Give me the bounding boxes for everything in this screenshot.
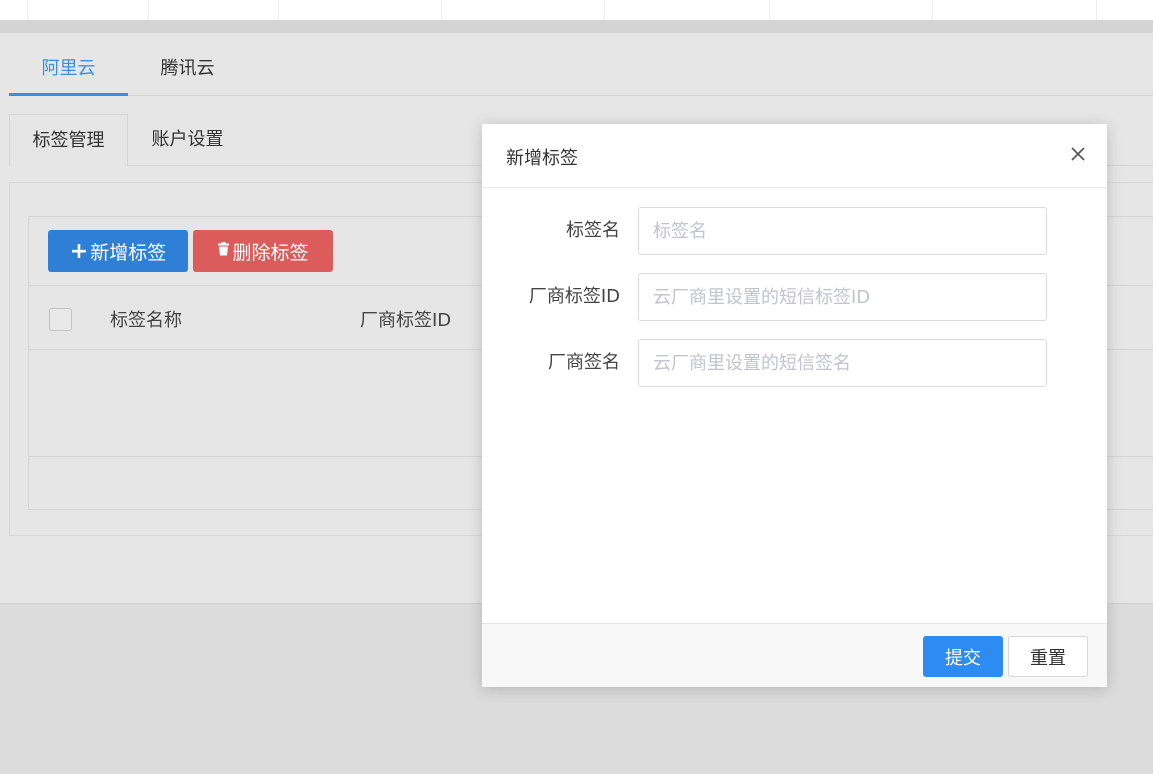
dialog-title: 新增标签	[506, 148, 578, 169]
select-all-checkbox[interactable]	[49, 308, 72, 331]
submit-button[interactable]: 提交	[923, 636, 1003, 677]
form-row-vendor-tag-id: 厂商标签ID	[482, 273, 1107, 321]
top-bar-shadow	[0, 20, 1153, 33]
top-bar-cell	[0, 0, 28, 20]
vendor-signature-label: 厂商签名	[548, 352, 620, 373]
top-bar-cell	[279, 0, 442, 20]
add-tag-button[interactable]: + 新增标签	[48, 230, 188, 272]
top-bar-cell	[28, 0, 149, 20]
dialog-header: 新增标签	[482, 124, 1107, 188]
add-tag-label: 新增标签	[90, 241, 167, 264]
tag-name-label: 标签名	[566, 220, 620, 241]
dialog-footer: 提交 重置	[482, 623, 1107, 687]
delete-tag-button[interactable]: 删除标签	[193, 230, 333, 272]
trash-icon	[217, 242, 230, 260]
top-bar-cell	[1097, 0, 1153, 20]
top-bar-cell	[770, 0, 933, 20]
delete-tag-label: 删除标签	[232, 241, 309, 264]
vendor-tabs: 阿里云 腾讯云	[9, 33, 1153, 96]
tab-tencent-cloud[interactable]: 腾讯云	[128, 33, 247, 96]
top-bar-cell	[442, 0, 605, 20]
form-row-vendor-signature: 厂商签名	[482, 339, 1107, 387]
tag-name-input[interactable]	[638, 207, 1047, 255]
top-bar	[0, 0, 1153, 20]
reset-button[interactable]: 重置	[1008, 636, 1088, 677]
vendor-signature-input[interactable]	[638, 339, 1047, 387]
top-bar-cell	[933, 0, 1097, 20]
top-bar-cell	[605, 0, 770, 20]
tab-account-settings[interactable]: 账户设置	[128, 114, 247, 166]
top-bar-cell	[149, 0, 279, 20]
vendor-tag-id-label: 厂商标签ID	[528, 286, 620, 307]
close-icon[interactable]	[1068, 144, 1088, 164]
column-header-vendor-tag-id: 厂商标签ID	[360, 310, 452, 331]
vendor-tag-id-input[interactable]	[638, 273, 1047, 321]
add-tag-dialog: 新增标签 标签名 厂商标签ID 厂商签名 提交 重置	[482, 124, 1107, 687]
form-row-tag-name: 标签名	[482, 207, 1107, 255]
plus-icon: +	[69, 238, 89, 264]
column-header-tag-name: 标签名称	[110, 310, 182, 331]
tab-tag-management[interactable]: 标签管理	[9, 114, 128, 167]
tab-aliyun[interactable]: 阿里云	[9, 33, 128, 96]
